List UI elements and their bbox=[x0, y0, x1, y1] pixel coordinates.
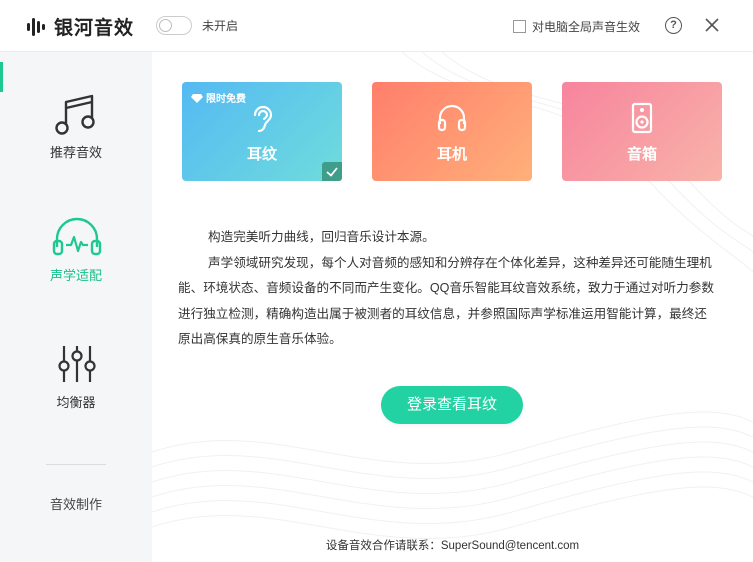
card-label: 耳纹 bbox=[246, 146, 277, 163]
promo-badge: 限时免费 bbox=[191, 90, 246, 105]
sidebar-item-acoustic[interactable]: 声学适配 bbox=[0, 215, 152, 305]
waveform-logo-icon bbox=[27, 17, 45, 36]
card-label: 音箱 bbox=[626, 146, 657, 163]
speaker-icon bbox=[631, 102, 653, 134]
toggle-status-label: 未开启 bbox=[202, 19, 239, 33]
description-paragraph: 声学领域研究发现，每个人对音频的感知和分辨存在个体化差异，这种差异还可能随生理机… bbox=[178, 255, 714, 347]
sidebar-item-label: 推荐音效 bbox=[49, 145, 102, 160]
global-effect-checkbox[interactable]: 对电脑全局声音生效 bbox=[513, 18, 640, 35]
sidebar-item-label: 声学适配 bbox=[49, 268, 102, 283]
headphone-icon bbox=[437, 104, 467, 132]
help-icon[interactable]: ? bbox=[665, 17, 682, 34]
headphone-wave-icon bbox=[52, 217, 102, 256]
contact-info: 设备音效合作请联系：SuperSound@tencent.com bbox=[325, 540, 580, 552]
card-headphone[interactable]: 耳机 bbox=[372, 82, 532, 181]
app-title: 银河音效 bbox=[54, 18, 135, 39]
description-paragraph: 构造完美听力曲线，回归音乐设计本源。 bbox=[208, 230, 435, 244]
sidebar: 推荐音效 声学适配 均衡器 音效制作 bbox=[0, 52, 152, 562]
music-note-icon bbox=[55, 94, 95, 135]
earprint-description: 构造完美听力曲线，回归音乐设计本源。 声学领域研究发现，每个人对音频的感知和分辨… bbox=[178, 225, 718, 353]
card-earprint[interactable]: 限时免费 耳纹 bbox=[182, 82, 342, 181]
sidebar-item-equalizer[interactable]: 均衡器 bbox=[0, 342, 152, 432]
card-label: 耳机 bbox=[436, 146, 467, 163]
sound-effect-toggle[interactable] bbox=[156, 16, 192, 35]
sidebar-item-label: 均衡器 bbox=[56, 395, 96, 410]
selected-check-icon bbox=[322, 162, 342, 181]
diamond-icon bbox=[191, 93, 203, 103]
sidebar-item-effect-creation[interactable]: 音效制作 bbox=[0, 494, 152, 513]
card-speaker[interactable]: 音箱 bbox=[562, 82, 722, 181]
global-effect-label: 对电脑全局声音生效 bbox=[532, 20, 641, 34]
sidebar-item-recommended[interactable]: 推荐音效 bbox=[0, 92, 152, 182]
main-content: 限时免费 耳纹 耳机 音箱 构造完美听力曲线，回归音乐设计本源。 声学领域研究发… bbox=[152, 52, 753, 562]
title-bar: 银河音效 未开启 对电脑全局声音生效 ? bbox=[0, 0, 753, 52]
sidebar-divider bbox=[46, 464, 106, 465]
checkbox-box[interactable] bbox=[513, 20, 526, 33]
ear-icon bbox=[253, 105, 273, 133]
sidebar-accent-bar bbox=[0, 62, 3, 92]
close-icon[interactable] bbox=[703, 16, 721, 34]
app-brand: 银河音效 bbox=[26, 13, 134, 40]
effect-cards: 限时免费 耳纹 耳机 音箱 bbox=[182, 82, 722, 181]
login-view-earprint-button[interactable]: 登录查看耳纹 bbox=[381, 386, 523, 424]
equalizer-icon bbox=[58, 346, 96, 382]
promo-badge-label: 限时免费 bbox=[206, 94, 246, 105]
toggle-knob bbox=[159, 19, 172, 32]
